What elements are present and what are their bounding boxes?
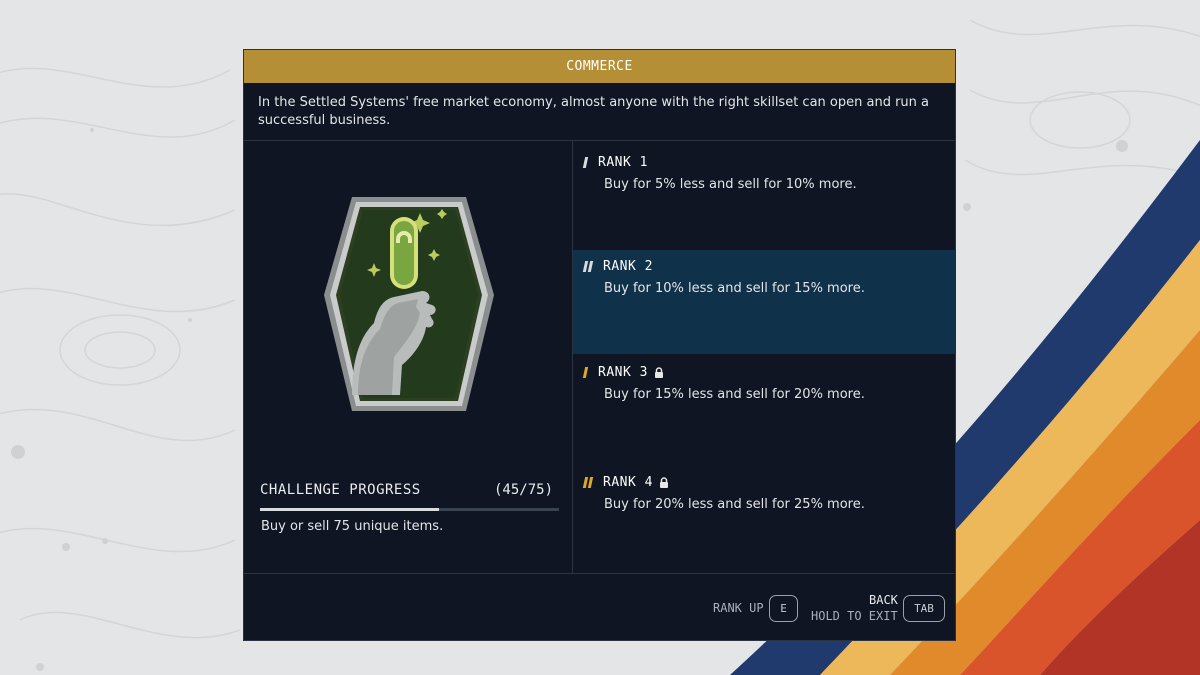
perk-panel: COMMERCE In the Settled Systems' free ma… <box>243 49 956 641</box>
rank-bars-icon <box>582 261 594 272</box>
challenge-progress-fill <box>260 508 440 511</box>
panel-header: COMMERCE <box>244 50 955 83</box>
rank-row-2[interactable]: RANK 2 Buy for 10% less and sell for 15%… <box>573 250 956 354</box>
rank-up-label: RANK UP <box>713 601 764 615</box>
back-key-button[interactable]: TAB <box>903 595 945 622</box>
divider <box>244 140 955 141</box>
rank-label: RANK 4 <box>603 475 653 490</box>
rank-label: RANK 2 <box>603 259 653 274</box>
rank-label: RANK 3 <box>598 365 648 380</box>
rank-description: Buy for 10% less and sell for 15% more. <box>604 281 865 296</box>
hand-holding-credstick-icon <box>324 197 494 411</box>
panel-title: COMMERCE <box>566 59 633 74</box>
challenge-progress-count: (45/75) <box>494 482 554 498</box>
challenge-progress-title: CHALLENGE PROGRESS <box>260 482 421 498</box>
challenge-progress-bar <box>260 508 559 511</box>
rank-row-3[interactable]: RANK 3 Buy for 15% less and sell for 20%… <box>573 356 956 460</box>
rank-bars-icon <box>582 367 589 378</box>
rank-row-4[interactable]: RANK 4 Buy for 20% less and sell for 25%… <box>573 466 956 570</box>
challenge-description: Buy or sell 75 unique items. <box>261 519 444 534</box>
rank-row-1[interactable]: RANK 1 Buy for 5% less and sell for 10% … <box>573 146 956 250</box>
perk-description: In the Settled Systems' free market econ… <box>258 95 929 128</box>
rank-description: Buy for 5% less and sell for 10% more. <box>604 177 857 192</box>
lock-icon <box>659 477 668 488</box>
rank-up-key-button[interactable]: E <box>769 595 798 622</box>
divider <box>244 573 955 574</box>
lock-icon <box>654 367 663 378</box>
back-label: BACK <box>869 593 898 607</box>
hold-to-exit-label: HOLD TO EXIT <box>811 609 898 623</box>
rank-bars-icon <box>582 157 589 168</box>
rank-bars-icon <box>582 477 594 488</box>
rank-description: Buy for 15% less and sell for 20% more. <box>604 387 865 402</box>
rank-label: RANK 1 <box>598 155 648 170</box>
rank-description: Buy for 20% less and sell for 25% more. <box>604 497 865 512</box>
